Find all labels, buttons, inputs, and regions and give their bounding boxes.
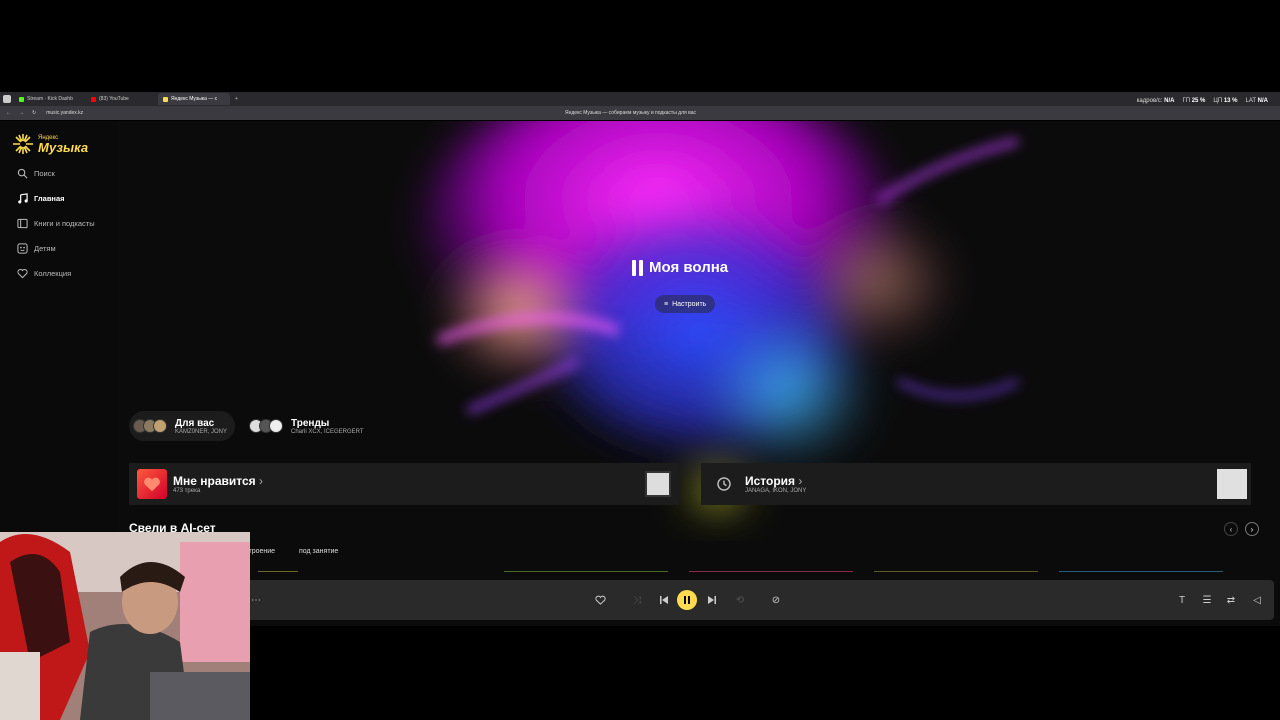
tab-kick[interactable]: Stream · Kick Dashb xyxy=(14,93,86,105)
chip-title: Для вас xyxy=(175,417,215,429)
book-icon xyxy=(17,218,28,229)
sidebar-item-home[interactable]: Главная xyxy=(17,193,65,204)
logo[interactable]: Яндекс Музыка xyxy=(12,133,88,155)
history-last-cover xyxy=(1217,469,1247,499)
address-bar: ← → ↻ music.yandex.kz Яндекс Музыка — со… xyxy=(0,106,1280,120)
shuffle-button[interactable]: ⤨ xyxy=(629,592,645,608)
chip-for-you[interactable]: Для вас KAMZ0NER, JONY xyxy=(129,411,236,441)
sidebar-item-label: Детям xyxy=(34,244,56,253)
next-button[interactable] xyxy=(704,592,720,608)
main-content: Моя волна ≡ Настроить Для вас KAMZ0NER, … xyxy=(118,121,1280,626)
ai-card-line xyxy=(504,571,668,572)
chip-subtitle: KAMZ0NER, JONY xyxy=(175,428,228,435)
card-liked[interactable]: Мне нравится › 473 трека xyxy=(129,463,679,505)
reload-icon[interactable]: ↻ xyxy=(32,110,36,116)
browser-tab-bar: Stream · Kick Dashb (83) YouTube Яндекс … xyxy=(0,92,1280,106)
tab-label: Яндекс Музыка — с xyxy=(171,96,218,102)
kids-icon xyxy=(17,243,28,254)
heart-icon xyxy=(17,269,28,279)
heart-icon xyxy=(144,477,160,492)
dislike-button[interactable]: ⊘ xyxy=(768,592,784,608)
chip-trends[interactable]: Тренды Charli XCX, ICEGERGERT xyxy=(245,411,372,441)
search-icon xyxy=(17,168,28,179)
sidebar-item-search[interactable]: Поиск xyxy=(17,168,55,179)
artist-avatars xyxy=(249,419,283,433)
sidebar-item-kids[interactable]: Детям xyxy=(17,243,56,254)
tab-yandex-music[interactable]: Яндекс Музыка — с xyxy=(158,93,230,105)
chevron-right-icon: › xyxy=(798,474,803,488)
card-subtitle: JANAGA, IKON, JONY xyxy=(745,488,807,494)
sidebar-item-label: Книги и подкасты xyxy=(34,219,95,228)
card-title: История › xyxy=(745,474,803,488)
webcam-overlay xyxy=(0,532,250,720)
cpu-stat: ЦП 13 % xyxy=(1213,98,1238,104)
tab-youtube[interactable]: (83) YouTube xyxy=(86,93,158,105)
tune-label: Настроить xyxy=(672,300,707,308)
volume-button[interactable]: ◁ xyxy=(1249,592,1265,608)
repeat-button[interactable]: ⟲ xyxy=(732,592,748,608)
brand-name: Музыка xyxy=(38,139,89,155)
chip-title: Тренды xyxy=(291,417,330,429)
pause-button[interactable] xyxy=(677,590,697,610)
fps-stat: кадров/с: N/A xyxy=(1136,98,1175,104)
page-title: Яндекс Музыка — собираем музыку и подкас… xyxy=(565,110,696,116)
back-icon[interactable]: ← xyxy=(6,110,11,116)
player-bar: ⋯ ⤨ ⟲ ⊘ T ☰ ⇄ ◁ xyxy=(240,580,1274,620)
card-subtitle: 473 трека xyxy=(173,488,201,494)
ai-card-line xyxy=(874,571,1038,572)
ai-card-line xyxy=(1059,571,1223,572)
sidebar-item-label: Коллекция xyxy=(34,269,72,278)
card-history[interactable]: История › JANAGA, IKON, JONY xyxy=(701,463,1251,505)
history-icon xyxy=(709,469,739,499)
sidebar-item-collection[interactable]: Коллекция xyxy=(17,268,71,279)
forward-icon[interactable]: → xyxy=(19,110,24,116)
chevron-right-icon: › xyxy=(259,474,263,488)
liked-last-cover xyxy=(645,471,671,497)
sidebar-item-label: Главная xyxy=(34,194,65,203)
my-wave-label: Моя волна xyxy=(649,259,729,276)
url-field[interactable]: music.yandex.kz xyxy=(46,110,83,116)
liked-cover xyxy=(137,469,167,499)
sun-logo-icon xyxy=(13,134,33,154)
equalizer-button[interactable]: ⇄ xyxy=(1223,592,1239,608)
lat-stat: LAT N/A xyxy=(1245,98,1268,104)
filter-icon: ≡ xyxy=(664,300,669,308)
lyrics-button[interactable]: T xyxy=(1174,592,1190,608)
gpu-stat: ГП 25 % xyxy=(1182,98,1206,104)
performance-overlay: кадров/с: N/A ГП 25 % ЦП 13 % LAT N/A xyxy=(1137,98,1268,104)
previous-button[interactable] xyxy=(656,592,672,608)
card-title: Мне нравится › xyxy=(173,474,263,488)
yandex-music-icon xyxy=(163,96,168,102)
queue-button[interactable]: ☰ xyxy=(1199,592,1215,608)
carousel-prev-button[interactable]: ‹ xyxy=(1224,522,1238,536)
sidebar-item-books[interactable]: Книги и подкасты xyxy=(17,218,95,229)
chip-subtitle: Charli XCX, ICEGERGERT xyxy=(291,428,364,435)
carousel-next-button[interactable]: › xyxy=(1245,522,1259,536)
tab-label: Stream · Kick Dashb xyxy=(27,96,73,102)
like-button[interactable] xyxy=(592,592,608,608)
pause-icon xyxy=(632,259,643,276)
screen: Stream · Kick Dashb (83) YouTube Яндекс … xyxy=(0,0,1280,720)
kick-icon xyxy=(19,96,24,102)
my-wave-title[interactable]: Моя волна xyxy=(632,259,728,276)
artist-avatars xyxy=(133,419,167,433)
tune-button[interactable]: ≡ Настроить xyxy=(655,295,716,313)
webcam-image xyxy=(0,532,250,720)
ai-card-line xyxy=(258,571,298,572)
new-tab-button[interactable]: + xyxy=(230,93,243,105)
ai-card-line xyxy=(689,571,853,572)
sidebar-item-label: Поиск xyxy=(34,169,55,178)
track-options-icon[interactable]: ⋯ xyxy=(248,592,264,608)
youtube-icon xyxy=(91,96,96,102)
tab-label: (83) YouTube xyxy=(99,96,129,102)
music-note-icon xyxy=(18,193,28,204)
browser-menu-button[interactable] xyxy=(0,93,14,105)
ai-filter-activity[interactable]: под занятие xyxy=(299,548,338,555)
